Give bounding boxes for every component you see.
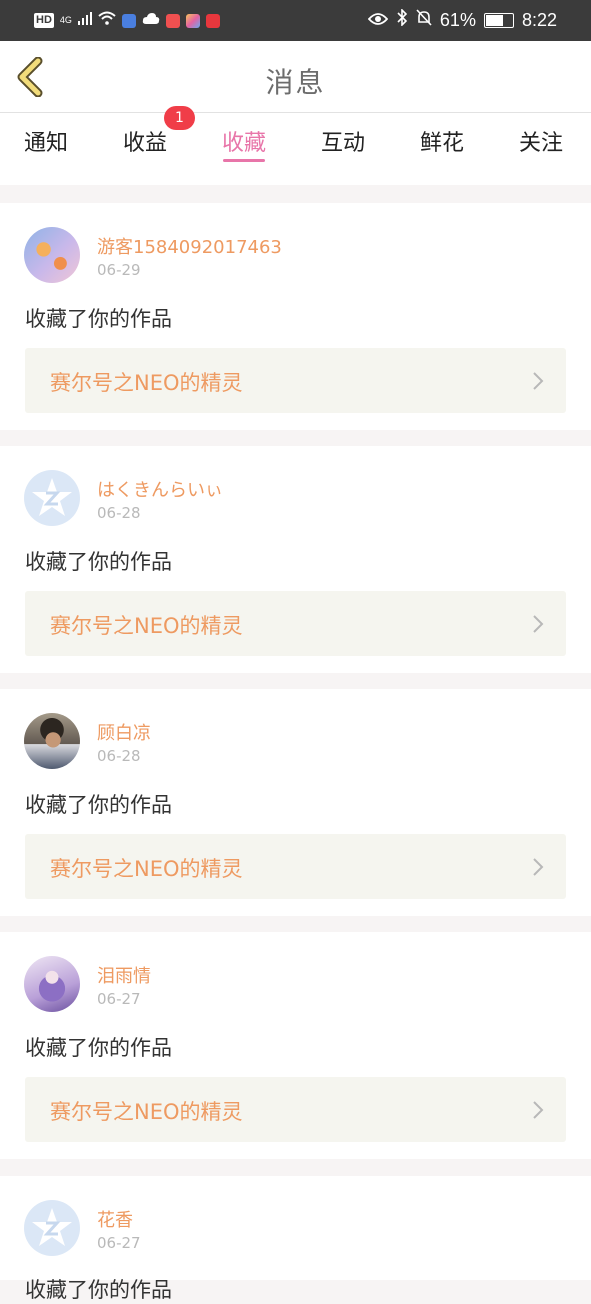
work-link[interactable]: 赛尔号之NEO的精灵 [25,348,566,413]
shop-app-icon [205,13,220,28]
status-bar: HD 4G 61% 8:22 [0,0,591,41]
message-card: 顾白凉 06-28 收藏了你的作品 赛尔号之NEO的精灵 [0,689,591,916]
bluetooth-icon [396,8,408,31]
bell-off-icon [416,9,432,31]
chevron-right-icon [533,615,544,633]
action-text: 收藏了你的作品 [25,307,172,331]
tab-notifications[interactable]: 通知 [24,125,68,157]
page-title: 消息 [265,66,326,99]
work-title: 赛尔号之NEO的精灵 [50,857,243,881]
username[interactable]: 顾白凉 [97,719,151,745]
action-text: 收藏了你的作品 [25,1278,172,1302]
avatar[interactable] [24,227,80,283]
tab-earnings[interactable]: 收益 [123,125,167,157]
action-text: 收藏了你的作品 [25,550,172,574]
avatar[interactable] [24,956,80,1012]
eye-icon [367,10,389,31]
battery-percent: 61% [439,9,476,30]
music-app-icon [121,13,136,28]
work-link[interactable]: 赛尔号之NEO的精灵 [25,834,566,899]
tab-interactions[interactable]: 互动 [321,125,365,157]
action-text: 收藏了你的作品 [25,793,172,817]
tab-favorites[interactable]: 收藏 [222,125,267,162]
tab-label: 通知 [24,131,69,156]
battery-icon [483,12,514,28]
header: 消息 [0,41,591,113]
tab-label: 鲜花 [420,131,465,156]
default-avatar-icon [32,478,72,516]
message-card: はくきんらいぃ 06-28 收藏了你的作品 赛尔号之NEO的精灵 [0,446,591,673]
avatar[interactable] [24,470,80,526]
chevron-right-icon [533,372,544,390]
calendar-app-icon [165,13,180,28]
clock: 8:22 [521,9,557,30]
message-date: 06-27 [97,1234,141,1252]
work-title: 赛尔号之NEO的精灵 [50,1100,243,1124]
hd-indicator: HD [34,13,54,28]
message-card: 花香 06-27 收藏了你的作品 [0,1176,591,1302]
tab-label: 互动 [321,131,366,156]
tab-label: 收藏 [222,131,267,156]
message-date: 06-28 [97,747,141,765]
message-date: 06-27 [97,990,141,1008]
work-title: 赛尔号之NEO的精灵 [50,614,243,638]
message-date: 06-28 [97,504,141,522]
tab-flowers[interactable]: 鲜花 [420,125,464,157]
cloud-icon [142,12,160,30]
browser-app-icon [185,13,200,28]
work-link[interactable]: 赛尔号之NEO的精灵 [25,591,566,656]
tab-following[interactable]: 关注 [519,125,563,157]
active-tab-indicator [223,159,266,162]
chevron-right-icon [533,858,544,876]
username[interactable]: 泪雨情 [97,962,151,988]
avatar[interactable] [24,1200,80,1256]
username[interactable]: 游客1584092017463 [97,233,282,259]
wifi-icon [98,11,116,30]
avatar[interactable] [24,713,80,769]
message-card: 游客1584092017463 06-29 收藏了你的作品 赛尔号之NEO的精灵 [0,203,591,430]
message-card: 泪雨情 06-27 收藏了你的作品 赛尔号之NEO的精灵 [0,932,591,1159]
earnings-badge: 1 [164,106,195,130]
chevron-right-icon [533,1101,544,1119]
username[interactable]: はくきんらいぃ [97,476,223,502]
default-avatar-icon [32,1208,72,1246]
tab-bar: 通知 收益 收藏 互动 鲜花 关注 [0,113,591,185]
message-date: 06-29 [97,261,141,279]
username[interactable]: 花香 [97,1206,133,1232]
battery-fill [485,14,504,26]
work-title: 赛尔号之NEO的精灵 [50,371,243,395]
signal-icon [77,11,92,30]
action-text: 收藏了你的作品 [25,1036,172,1060]
work-link[interactable]: 赛尔号之NEO的精灵 [25,1077,566,1142]
tab-label: 收益 [123,131,168,156]
tab-label: 关注 [519,131,564,156]
network-type: 4G [59,15,72,25]
